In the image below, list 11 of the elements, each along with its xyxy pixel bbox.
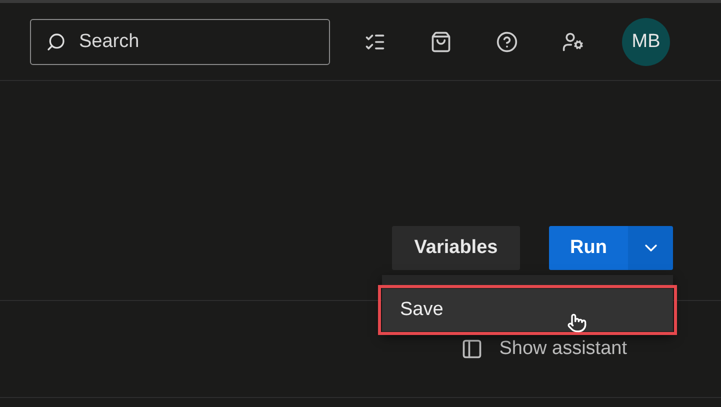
shopping-bag-icon[interactable] bbox=[430, 30, 452, 52]
variables-button[interactable]: Variables bbox=[392, 226, 520, 270]
hand-cursor-icon bbox=[567, 313, 587, 333]
show-assistant-button[interactable]: Show assistant bbox=[455, 337, 633, 361]
search-field[interactable]: Search bbox=[30, 18, 330, 64]
run-button[interactable]: Run bbox=[549, 226, 628, 270]
user-settings-icon[interactable] bbox=[562, 30, 584, 52]
panel-icon bbox=[461, 338, 484, 360]
help-icon[interactable] bbox=[496, 30, 518, 52]
user-avatar[interactable]: MB bbox=[622, 18, 670, 66]
search-icon bbox=[46, 32, 66, 52]
